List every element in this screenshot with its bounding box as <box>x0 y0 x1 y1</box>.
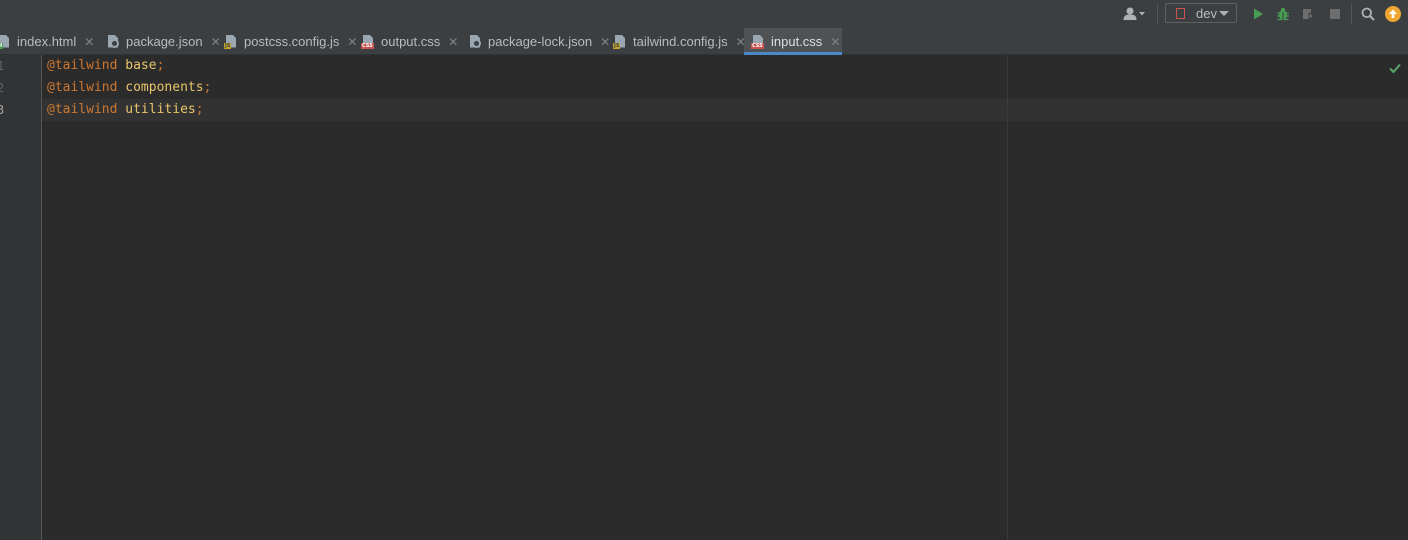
html-file-icon: H <box>0 34 12 49</box>
css-file-icon: CSS <box>361 34 376 49</box>
debug-icon[interactable] <box>1274 0 1292 28</box>
json-file-icon <box>469 34 483 49</box>
tab-label: postcss.config.js <box>244 34 340 49</box>
json-file-icon <box>107 34 121 49</box>
toolbar-separator <box>1351 4 1352 24</box>
at-rule-directive: @tailwind <box>47 58 118 73</box>
tab-label: output.css <box>381 34 441 49</box>
tab-label: tailwind.config.js <box>633 34 728 49</box>
at-rule-value: utilities <box>125 102 196 117</box>
code-line[interactable]: @tailwind base; <box>47 55 164 77</box>
code-line[interactable]: @tailwind components; <box>47 77 211 99</box>
current-line-highlight <box>42 99 1408 121</box>
toolbar-separator <box>1157 4 1158 24</box>
search-icon[interactable] <box>1359 0 1377 28</box>
line-number: 1 <box>0 59 5 73</box>
tab-label: package.json <box>126 34 203 49</box>
right-margin-guide <box>1007 55 1008 540</box>
line-number-gutter[interactable]: 1 2 3 <box>0 55 42 540</box>
tab-package-json[interactable]: package.json ✕ <box>100 28 221 55</box>
user-icon[interactable] <box>1121 0 1149 28</box>
at-rule-directive: @tailwind <box>47 102 118 117</box>
tab-label: package-lock.json <box>488 34 593 49</box>
chevron-down-icon <box>1219 11 1229 16</box>
semicolon: ; <box>203 80 212 95</box>
at-rule-value: base <box>125 58 157 73</box>
update-icon[interactable] <box>1384 0 1402 28</box>
coverage-icon[interactable] <box>1299 0 1317 28</box>
semicolon: ; <box>195 102 204 117</box>
at-rule-value: components <box>125 80 204 95</box>
run-config-label: dev <box>1196 5 1217 21</box>
close-icon[interactable]: ✕ <box>84 36 94 48</box>
close-icon[interactable]: ✕ <box>448 36 458 48</box>
run-config-icon <box>1176 7 1185 19</box>
tab-label: index.html <box>17 34 77 49</box>
checkmark-icon[interactable] <box>1388 60 1402 74</box>
tab-postcss-config-js[interactable]: JS postcss.config.js ✕ <box>217 28 357 55</box>
stop-icon[interactable] <box>1326 0 1344 28</box>
line-number: 2 <box>0 81 5 95</box>
tab-input-css[interactable]: CSS input.css ✕ <box>744 28 842 55</box>
tab-tailwind-config-js[interactable]: JS tailwind.config.js ✕ <box>606 28 746 55</box>
main-toolbar: dev <box>0 0 1408 28</box>
code-editor[interactable]: 1 2 3 @tailwind base; @tailwind componen… <box>0 55 1408 540</box>
semicolon: ; <box>156 58 165 73</box>
tab-output-css[interactable]: CSS output.css ✕ <box>354 28 458 55</box>
js-file-icon: JS <box>224 34 239 49</box>
tab-index-html[interactable]: H index.html ✕ <box>0 28 98 55</box>
css-file-icon: CSS <box>751 34 766 49</box>
editor-tab-bar: H index.html ✕ package.json ✕ JS postcss… <box>0 28 1408 55</box>
tab-label: input.css <box>771 34 823 49</box>
run-icon[interactable] <box>1249 0 1267 28</box>
js-file-icon: JS <box>613 34 628 49</box>
at-rule-directive: @tailwind <box>47 80 118 95</box>
code-line[interactable]: @tailwind utilities; <box>47 99 204 121</box>
run-configuration-select[interactable]: dev <box>1165 3 1237 23</box>
line-number: 3 <box>0 103 5 117</box>
close-icon[interactable]: ✕ <box>830 36 840 48</box>
tab-package-lock-json[interactable]: package-lock.json ✕ <box>461 28 610 55</box>
